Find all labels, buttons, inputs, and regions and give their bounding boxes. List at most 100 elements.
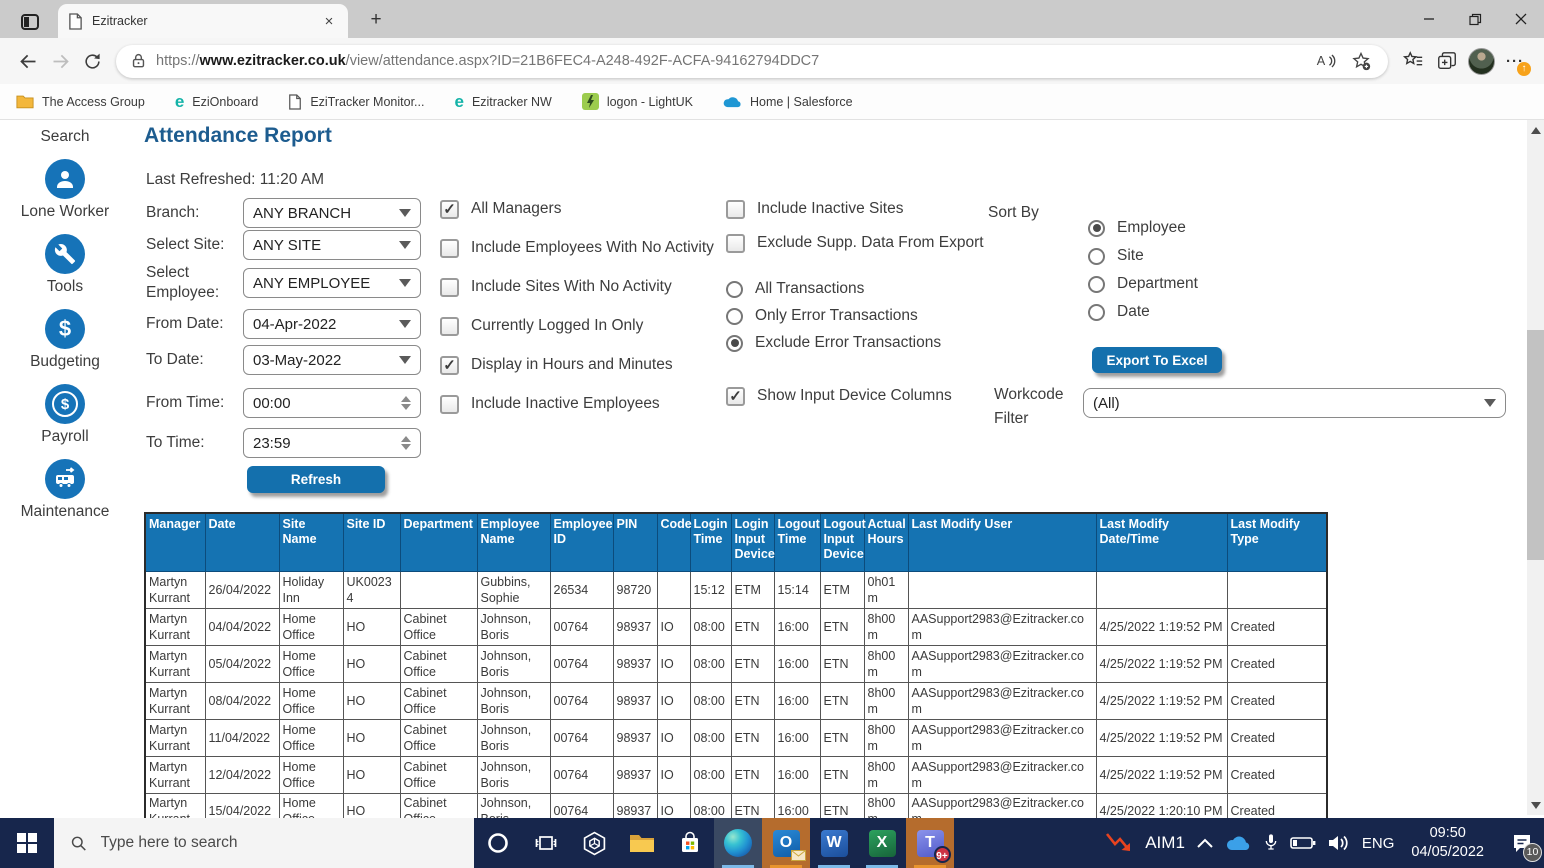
forward-button[interactable] <box>44 45 76 77</box>
checkbox-all-managers[interactable]: ✓All Managers <box>440 198 714 220</box>
radio-icon[interactable] <box>726 335 743 352</box>
new-tab-button[interactable]: + <box>364 9 388 31</box>
teams-button[interactable]: T 9+ <box>906 818 954 868</box>
bookmark-logon-lightuk[interactable]: logon - LightUK <box>582 93 693 110</box>
table-cell: Martyn Kurrant <box>145 756 205 793</box>
checkbox-icon[interactable] <box>440 278 459 297</box>
checkbox-icon[interactable]: ✓ <box>440 200 459 219</box>
site-select[interactable]: ANY SITE <box>243 230 421 260</box>
vertical-scrollbar[interactable] <box>1527 120 1544 815</box>
collections-button[interactable] <box>1430 44 1464 78</box>
radio-icon[interactable] <box>1088 220 1105 237</box>
sidebar-item-search[interactable]: Search <box>40 128 89 146</box>
onedrive-icon[interactable] <box>1225 834 1252 852</box>
bookmark-ezitracker-monitor[interactable]: EziTracker Monitor... <box>288 94 424 110</box>
spinner-arrows-icon[interactable] <box>401 396 411 410</box>
hexagon-app-button[interactable] <box>570 818 618 868</box>
branch-select[interactable]: ANY BRANCH <box>243 198 421 228</box>
checkbox-exclude-supp-data[interactable]: Exclude Supp. Data From Export <box>726 232 984 254</box>
checkbox-icon[interactable] <box>440 239 459 258</box>
volume-icon[interactable] <box>1327 833 1351 853</box>
export-to-excel-button[interactable]: Export To Excel <box>1092 347 1222 373</box>
sidebar-item-lone-worker[interactable]: Lone Worker <box>21 159 109 221</box>
radio-exclude-error-transactions[interactable]: Exclude Error Transactions <box>726 332 941 354</box>
tab-close-icon[interactable]: × <box>320 13 338 30</box>
radio-all-transactions[interactable]: All Transactions <box>726 278 941 300</box>
workcode-filter-select[interactable]: (All) <box>1083 388 1506 418</box>
employee-select[interactable]: ANY EMPLOYEE <box>243 268 421 298</box>
back-button[interactable] <box>12 45 44 77</box>
radio-icon[interactable] <box>726 308 743 325</box>
read-aloud-button[interactable]: A <box>1313 48 1339 74</box>
spinner-arrows-icon[interactable] <box>401 436 411 450</box>
tray-expand-chevron-icon[interactable] <box>1196 837 1214 849</box>
clock[interactable]: 09:50 04/05/2022 <box>1405 824 1490 862</box>
checkbox-include-sites-no-activity[interactable]: Include Sites With No Activity <box>440 276 714 298</box>
refresh-button[interactable]: Refresh <box>247 466 385 493</box>
cortana-button[interactable] <box>474 818 522 868</box>
radio-only-error-transactions[interactable]: Only Error Transactions <box>726 305 941 327</box>
sidebar-item-budgeting[interactable]: $ Budgeting <box>30 309 100 371</box>
radio-icon[interactable] <box>1088 248 1105 265</box>
more-menu-button[interactable]: ··· ↑ <box>1498 44 1532 78</box>
tab-actions-menu-button[interactable] <box>8 6 52 38</box>
favorites-button[interactable] <box>1396 44 1430 78</box>
tab-ezitracker[interactable]: Ezitracker × <box>58 4 348 38</box>
checkbox-include-inactive-sites[interactable]: Include Inactive Sites <box>726 198 984 220</box>
radio-sort-employee[interactable]: Employee <box>1088 217 1198 239</box>
battery-icon[interactable] <box>1290 835 1316 851</box>
close-button[interactable] <box>1498 0 1544 38</box>
scrollbar-thumb[interactable] <box>1527 330 1544 560</box>
checkbox-include-employees-no-activity[interactable]: Include Employees With No Activity <box>440 237 714 259</box>
checkbox-show-input-device-columns[interactable]: ✓Show Input Device Columns <box>726 385 952 407</box>
checkbox-icon[interactable]: ✓ <box>440 356 459 375</box>
scrollbar-up-button[interactable] <box>1527 122 1544 138</box>
checkbox-icon[interactable]: ✓ <box>726 387 745 406</box>
add-favorite-button[interactable] <box>1348 48 1374 74</box>
task-view-button[interactable] <box>522 818 570 868</box>
checkbox-icon[interactable] <box>726 234 745 253</box>
edge-button[interactable] <box>714 818 762 868</box>
language-indicator[interactable]: ENG <box>1362 835 1395 852</box>
bookmark-home-salesforce[interactable]: Home | Salesforce <box>723 95 853 109</box>
radio-sort-date[interactable]: Date <box>1088 301 1198 323</box>
bookmark-ezitracker-nw[interactable]: e Ezitracker NW <box>454 93 551 110</box>
radio-icon[interactable] <box>1088 276 1105 293</box>
bookmark-ezionboard[interactable]: e EziOnboard <box>175 93 258 110</box>
to-time-spinner[interactable]: 23:59 <box>243 428 421 458</box>
word-button[interactable]: W <box>810 818 858 868</box>
from-time-spinner[interactable]: 00:00 <box>243 388 421 418</box>
radio-sort-department[interactable]: Department <box>1088 273 1198 295</box>
scrollbar-down-button[interactable] <box>1527 797 1544 813</box>
checkbox-icon[interactable] <box>440 317 459 336</box>
radio-sort-site[interactable]: Site <box>1088 245 1198 267</box>
checkbox-include-inactive-employees[interactable]: Include Inactive Employees <box>440 393 714 415</box>
sidebar-item-tools[interactable]: Tools <box>45 234 85 296</box>
checkbox-display-hours-minutes[interactable]: ✓Display in Hours and Minutes <box>440 354 714 376</box>
file-explorer-button[interactable] <box>618 818 666 868</box>
checkbox-icon[interactable] <box>726 200 745 219</box>
radio-icon[interactable] <box>726 281 743 298</box>
stock-ticker-icon[interactable] <box>1104 830 1134 856</box>
excel-button[interactable]: X <box>858 818 906 868</box>
restore-button[interactable] <box>1452 0 1498 38</box>
checkbox-currently-logged-in-only[interactable]: Currently Logged In Only <box>440 315 714 337</box>
taskbar-search[interactable] <box>54 818 474 868</box>
start-button[interactable] <box>0 818 54 868</box>
sidebar-item-payroll[interactable]: $ Payroll <box>41 384 88 446</box>
sidebar-item-maintenance[interactable]: Maintenance <box>21 459 110 521</box>
microphone-icon[interactable] <box>1263 832 1279 854</box>
bookmark-the-access-group[interactable]: The Access Group <box>16 94 145 109</box>
minimize-button[interactable] <box>1406 0 1452 38</box>
outlook-button[interactable]: O <box>762 818 810 868</box>
notification-button[interactable]: 10 <box>1500 818 1544 868</box>
refresh-page-button[interactable] <box>76 45 108 77</box>
search-input[interactable] <box>101 834 459 852</box>
store-button[interactable] <box>666 818 714 868</box>
address-bar[interactable]: https://www.ezitracker.co.uk/view/attend… <box>116 45 1388 78</box>
from-date-select[interactable]: 04-Apr-2022 <box>243 309 421 339</box>
profile-avatar[interactable] <box>1464 44 1498 78</box>
radio-icon[interactable] <box>1088 304 1105 321</box>
checkbox-icon[interactable] <box>440 395 459 414</box>
to-date-select[interactable]: 03-May-2022 <box>243 345 421 375</box>
